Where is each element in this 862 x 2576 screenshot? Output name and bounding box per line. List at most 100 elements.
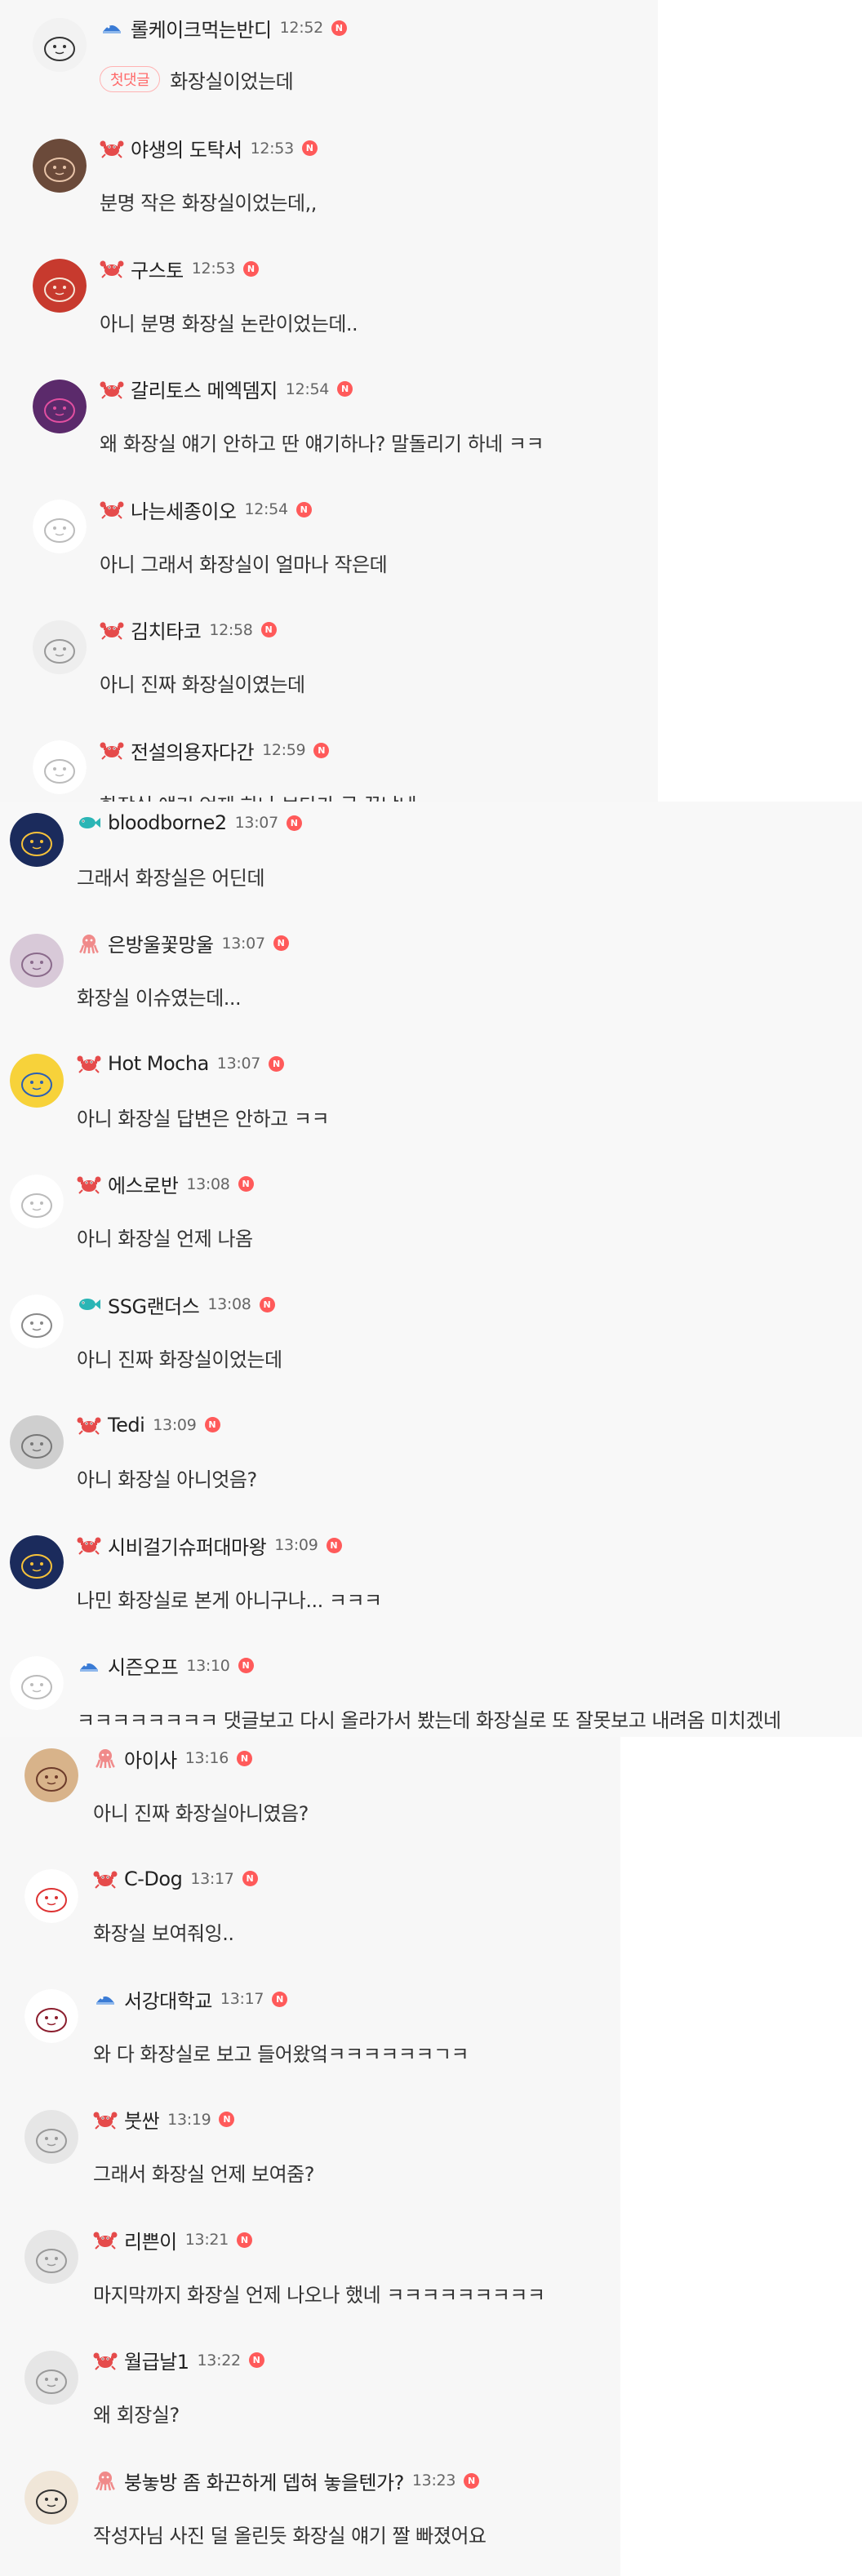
comment-time: 12:53 [250,139,295,158]
comment-item: C-Dog 13:17 N 화장실 보여줘잉.. [0,1866,620,1956]
comment-text: 아니 분명 화장실 논란이었는데.. [100,308,358,335]
comment-item: 시즌오프 13:10 N ㅋㅋㅋㅋㅋㅋㅋㅋ 댓글보고 다시 올라가서 봤는데 화장실로… [0,1653,862,1738]
avatar[interactable] [10,1535,64,1589]
comment-meta: 전설의용자다간 12:59 N [100,736,330,765]
avatar[interactable] [33,620,87,674]
comment-body: 작성자님 사진 덜 올린듯 화장실 얘기 짤 빠졌어요 [93,2524,487,2547]
octopus-pink-icon [93,2470,118,2491]
comment-meta: 리쁜이 13:21 N [93,2226,253,2254]
nickname-link[interactable]: 월급날1 [124,2346,189,2374]
comment-item: SSG랜더스 13:08 N 아니 진짜 화장실이었는데 [0,1291,862,1381]
avatar[interactable] [10,1174,64,1228]
crab-red-icon [93,2229,118,2250]
avatar[interactable] [10,813,64,867]
avatar[interactable] [33,379,87,433]
nickname-link[interactable]: 김치타코 [131,615,202,644]
nickname-link[interactable]: 시비걸기슈퍼대마왕 [108,1531,267,1560]
avatar[interactable] [10,1054,64,1108]
avatar[interactable] [10,1415,64,1469]
nickname-link[interactable]: 구스토 [131,255,184,283]
avatar[interactable] [24,2350,78,2405]
avatar[interactable] [24,2471,78,2525]
avatar[interactable] [33,18,87,72]
avatar[interactable] [33,500,87,553]
comment-text: 작성자님 사진 덜 올린듯 화장실 얘기 짤 빠졌어요 [93,2520,487,2547]
comment-body: 왜 화장실 얘기 안하고 딴 얘기하나? 말돌리기 하네 ㅋㅋ [100,433,544,455]
new-badge-icon: N [237,1750,253,1766]
crab-red-icon [100,739,124,761]
comment-time: 13:07 [216,1055,261,1073]
comment-time: 13:09 [274,1536,318,1554]
comment-section-2: bloodborne2 13:07 N 그래서 화장실은 어딘데은방울꽃망울 13:07… [0,802,862,1737]
nickname-link[interactable]: 롤케이크먹는반디 [131,14,272,42]
crab-red-icon [77,1534,101,1556]
new-badge-icon: N [204,1417,220,1432]
nickname-link[interactable]: 리쁜이 [124,2226,177,2254]
crab-red-icon [100,620,124,641]
nickname-link[interactable]: bloodborne2 [108,811,227,834]
comment-body: 아니 진짜 화장실아니였음? [93,1801,309,1825]
comment-item: 구스토 12:53 N 아니 분명 화장실 논란이었는데.. [0,255,658,345]
nickname-link[interactable]: Hot Mocha [108,1052,209,1075]
nickname-link[interactable]: 은방울꽃망울 [108,929,214,957]
avatar[interactable] [33,138,87,193]
new-badge-icon: N [337,381,353,397]
comment-text: 그래서 화장실 언제 보여줌? [93,2159,315,2187]
comment-text: ㅋㅋㅋㅋㅋㅋㅋㅋ 댓글보고 다시 올라가서 봤는데 화장실로 또 잘못보고 내려… [77,1705,781,1733]
new-badge-icon: N [313,742,330,758]
comment-text: 아니 화장실 답변은 안하고 ㅋㅋ [77,1103,330,1130]
comment-body: 나민 화장실로 본게 아니구나... ㅋㅋㅋ [77,1588,382,1612]
comment-item: bloodborne2 13:07 N 그래서 화장실은 어딘데 [0,810,862,899]
comment-meta: 갈리토스 메엑뎀지 12:54 N [100,376,353,402]
nickname-link[interactable]: 시즌오프 [108,1651,179,1680]
comment-item: 야생의 도탁서 12:53 N 분명 작은 화장실이었는데,, [0,135,658,225]
crab-red-icon [93,1868,118,1890]
comment-meta: 서강대학교 13:17 N [93,1985,288,2014]
avatar[interactable] [24,1748,78,1802]
comment-item: 전설의용자다간 12:59 N 화장실 얘기 언제 하나 보다가 글 끝났네;; [0,737,658,802]
nickname-link[interactable]: 전설의용자다간 [131,736,255,765]
avatar[interactable] [10,1655,64,1710]
crab-red-icon [100,499,124,520]
nickname-link[interactable]: 야생의 도탁서 [131,134,242,162]
crab-red-icon [100,138,124,159]
crab-red-icon [77,1053,101,1074]
nickname-link[interactable]: C-Dog [124,1868,183,1890]
comment-item: 에스로반 13:08 N 아니 화장실 언제 나옴 [0,1171,862,1261]
avatar[interactable] [10,1295,64,1348]
comment-text: 아니 진짜 화장실이였는데 [100,669,305,697]
comment-body: 왜 회장실? [93,2404,180,2427]
comment-time: 13:22 [197,2351,242,2369]
comment-section-1: 롤케이크먹는반디 12:52 N 첫댓글 화장실이었는데 야생의 도탁서 12:53 N 분명 … [0,0,658,802]
avatar[interactable] [24,1868,78,1923]
new-badge-icon: N [295,501,312,517]
new-badge-icon: N [237,2232,253,2248]
comment-body: 아니 진짜 화장실이었는데 [77,1348,282,1371]
avatar[interactable] [33,259,87,313]
nickname-link[interactable]: 에스로반 [108,1170,179,1198]
nickname-link[interactable]: 붓싼 [124,2105,160,2134]
nickname-link[interactable]: 아이사 [124,1744,177,1773]
crab-red-icon [77,1415,101,1436]
nickname-link[interactable]: SSG랜더스 [108,1290,200,1319]
avatar[interactable] [24,2109,78,2164]
comment-time: 12:58 [209,620,253,639]
nickname-link[interactable]: 서강대학교 [124,1985,212,2014]
comment-item: 아이사 13:16 N 아니 진짜 화장실아니였음? [0,1745,620,1835]
avatar[interactable] [33,740,87,794]
comment-item: 김치타코 12:58 N 아니 진짜 화장실이였는데 [0,617,658,707]
avatar[interactable] [10,933,64,988]
new-badge-icon: N [238,1176,254,1192]
nickname-link[interactable]: 갈리토스 메엑뎀지 [131,375,278,403]
comment-body: 그래서 화장실 언제 보여줌? [93,2163,315,2186]
new-badge-icon: N [269,1055,285,1072]
avatar[interactable] [24,2230,78,2284]
new-badge-icon: N [243,260,260,277]
avatar[interactable] [24,1989,78,2043]
nickname-link[interactable]: Tedi [108,1414,145,1437]
comment-meta: 월급날1 13:22 N [93,2347,264,2374]
nickname-link[interactable]: 붕놓방 좀 화끈하게 뎁혀 놓을텐가? [124,2467,404,2495]
comment-text: 화장실 얘기 언제 하나 보다가 글 끝났네;; [100,789,429,802]
nickname-link[interactable]: 나는세종이오 [131,495,237,524]
comment-item: 나는세종이오 12:54 N 아니 그래서 화장실이 얼마나 작은데 [0,496,658,586]
